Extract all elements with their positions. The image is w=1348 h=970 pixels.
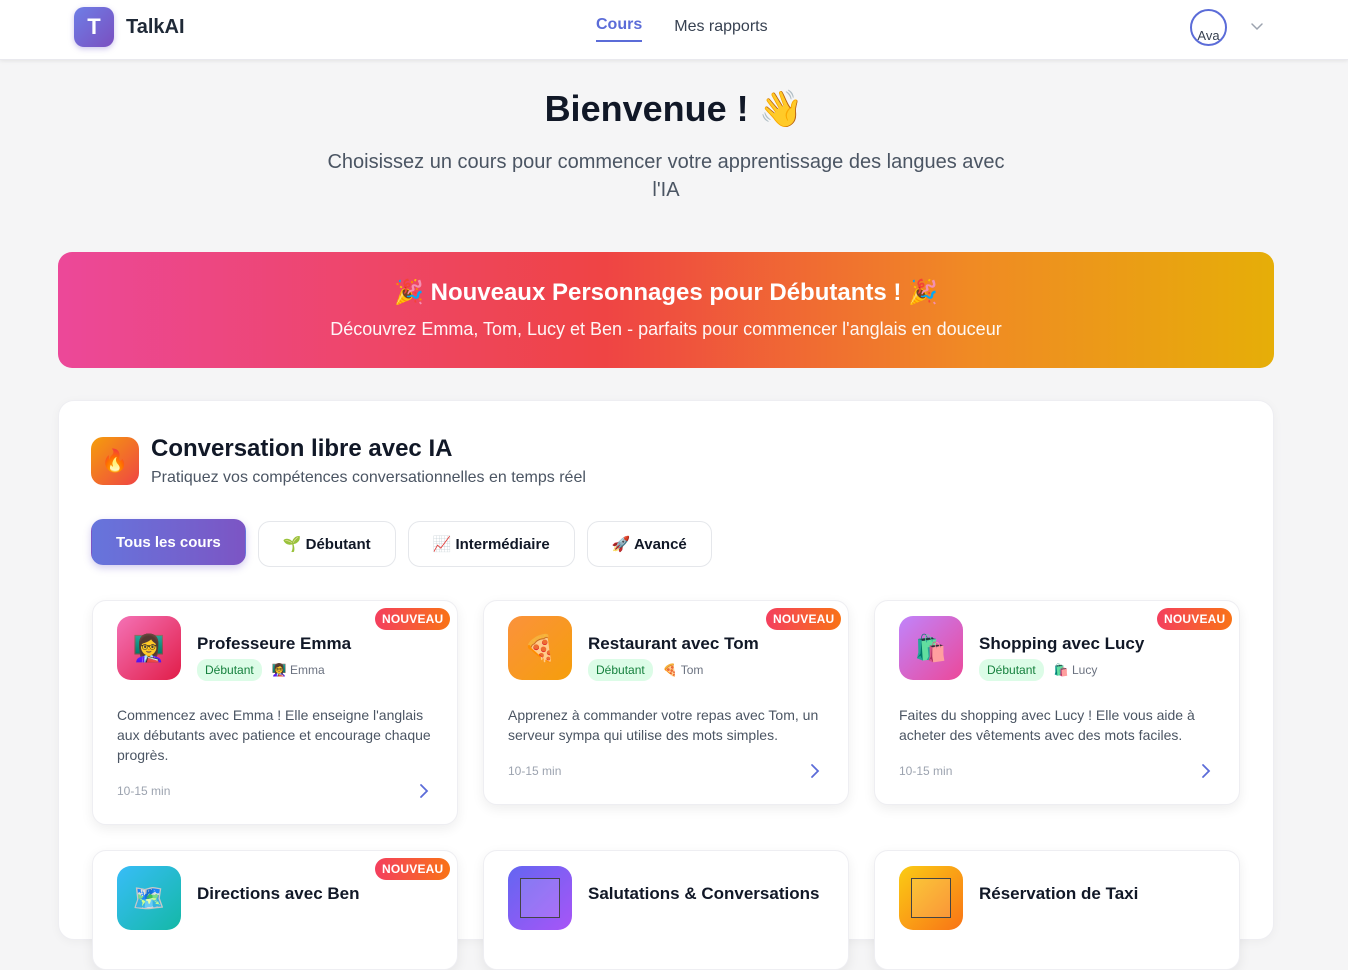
top-navbar: T TalkAI Cours Mes rapports Ava — [0, 0, 1348, 60]
banner-text: Découvrez Emma, Tom, Lucy et Ben - parfa… — [330, 319, 1002, 339]
level-badge: Débutant — [588, 659, 653, 681]
level-badge: Débutant — [197, 659, 262, 681]
chevron-right-icon[interactable] — [416, 783, 432, 799]
section-subtitle: Pratiquez vos compétences conversationne… — [151, 469, 586, 486]
course-title: Salutations & Conversations — [588, 884, 820, 903]
chevron-right-icon[interactable] — [1198, 763, 1214, 779]
new-badge: NOUVEAU — [375, 608, 451, 630]
course-description: Faites du shopping avec Lucy ! Elle vous… — [899, 707, 1195, 743]
filter-advanced-button[interactable]: 🚀 Avancé — [586, 521, 712, 567]
course-description: Apprenez à commander votre repas avec To… — [508, 707, 819, 743]
level-badge: Débutant — [979, 659, 1044, 681]
course-title: Shopping avec Lucy — [979, 634, 1145, 653]
fire-icon: 🔥 — [91, 437, 139, 485]
page-title: Bienvenue ! 👋 — [544, 88, 804, 129]
course-title: Directions avec Ben — [197, 884, 360, 903]
course-duration: 10-15 min — [117, 784, 171, 798]
course-meta: Débutant 🍕 Tom — [588, 659, 703, 681]
main-nav: Cours Mes rapports — [596, 16, 768, 42]
course-title: Professeure Emma — [197, 634, 352, 653]
new-badge: NOUVEAU — [375, 858, 451, 880]
course-title: Réservation de Taxi — [979, 884, 1139, 903]
banner-title: 🎉 Nouveaux Personnages pour Débutants ! … — [394, 279, 938, 306]
course-image-icon — [508, 866, 572, 930]
character-label: 👩‍🏫 Emma — [271, 663, 325, 677]
page-subtitle: Choisissez un cours pour commencer votre… — [327, 151, 1005, 201]
teacher-icon: 👩‍🏫 — [117, 616, 181, 680]
course-image-icon — [899, 866, 963, 930]
filter-intermediate-button[interactable]: 📈 Intermédiaire — [407, 521, 575, 567]
broken-image-icon — [911, 878, 951, 918]
nav-mes-rapports[interactable]: Mes rapports — [674, 18, 767, 42]
chevron-right-icon[interactable] — [807, 763, 823, 779]
promo-banner: 🎉 Nouveaux Personnages pour Débutants ! … — [58, 252, 1274, 368]
course-meta: Débutant 🛍️ Lucy — [979, 659, 1097, 681]
character-label: 🍕 Tom — [662, 663, 704, 677]
map-icon: 🗺️ — [117, 866, 181, 930]
course-card-taxi[interactable]: Réservation de Taxi — [874, 850, 1240, 970]
brand-name: TalkAI — [126, 15, 185, 38]
chevron-down-icon[interactable] — [1249, 18, 1265, 34]
course-duration: 10-15 min — [508, 764, 562, 778]
course-card-greetings[interactable]: Salutations & Conversations — [483, 850, 849, 970]
nav-cours[interactable]: Cours — [596, 16, 643, 42]
level-filters: Tous les cours 🌱 Débutant 📈 Intermédiair… — [91, 519, 712, 567]
character-label: 🛍️ Lucy — [1053, 663, 1098, 677]
avatar-alt-text: Ava — [1197, 28, 1220, 43]
avatar[interactable]: Ava — [1190, 9, 1227, 46]
logo-icon: T — [74, 7, 114, 47]
course-card-ben[interactable]: 🗺️ NOUVEAU Directions avec Ben — [92, 850, 458, 970]
courses-section: 🔥 Conversation libre avec IA Pratiquez v… — [58, 400, 1274, 970]
new-badge: NOUVEAU — [1157, 608, 1233, 630]
broken-image-icon — [520, 878, 560, 918]
course-title: Restaurant avec Tom — [588, 634, 759, 653]
section-title: Conversation libre avec IA — [151, 435, 453, 462]
filter-all-button[interactable]: Tous les cours — [91, 519, 246, 565]
course-duration: 10-15 min — [899, 764, 953, 778]
pizza-icon: 🍕 — [508, 616, 572, 680]
course-description: Commencez avec Emma ! Elle enseigne l'an… — [117, 707, 431, 763]
course-card-tom[interactable]: 🍕 NOUVEAU Restaurant avec Tom Débutant 🍕… — [483, 600, 849, 805]
shopping-bags-icon: 🛍️ — [899, 616, 963, 680]
new-badge: NOUVEAU — [766, 608, 842, 630]
course-card-lucy[interactable]: 🛍️ NOUVEAU Shopping avec Lucy Débutant 🛍… — [874, 600, 1240, 805]
course-card-emma[interactable]: 👩‍🏫 NOUVEAU Professeure Emma Débutant 👩‍… — [92, 600, 458, 825]
course-meta: Débutant 👩‍🏫 Emma — [197, 659, 325, 681]
brand[interactable]: T TalkAI — [74, 7, 185, 47]
filter-beginner-button[interactable]: 🌱 Débutant — [257, 521, 396, 567]
